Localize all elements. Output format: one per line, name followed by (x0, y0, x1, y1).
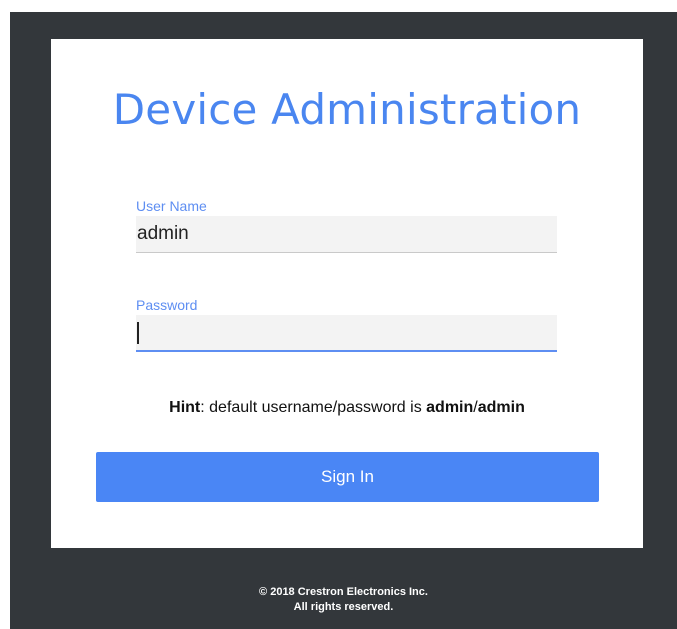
footer-rights: All rights reserved. (293, 601, 394, 613)
password-input-box[interactable] (136, 315, 557, 352)
username-input[interactable] (136, 216, 557, 252)
hint-user: admin (426, 399, 474, 416)
sign-in-button[interactable]: Sign In (96, 452, 599, 502)
username-field-group: User Name (136, 197, 557, 253)
username-input-box[interactable] (136, 216, 557, 253)
page-background: Device Administration User Name Password… (10, 12, 677, 629)
username-label: User Name (136, 198, 207, 214)
text-caret (137, 322, 139, 344)
hint-pass: admin (477, 399, 525, 416)
password-label: Password (136, 297, 198, 313)
password-input[interactable] (136, 315, 557, 350)
footer: © 2018 Crestron Electronics Inc. All rig… (10, 585, 677, 615)
hint-prefix: Hint (169, 399, 201, 416)
hint-middle: : default username/password is (200, 399, 427, 416)
password-field-group: Password (136, 296, 557, 352)
hint-text: Hint: default username/password is admin… (51, 399, 643, 417)
login-card: Device Administration User Name Password… (51, 39, 643, 548)
footer-copyright: © 2018 Crestron Electronics Inc. (259, 586, 428, 598)
page-title: Device Administration (112, 85, 582, 134)
